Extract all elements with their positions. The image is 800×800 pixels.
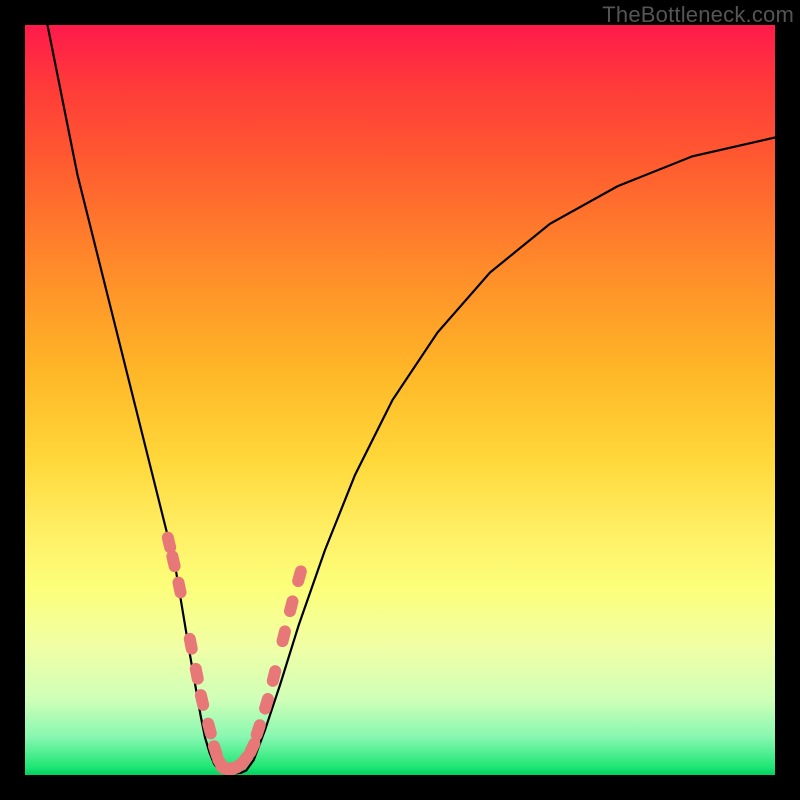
curve-marker <box>291 564 308 588</box>
curve-marker <box>275 624 292 648</box>
curve-marker <box>171 576 187 600</box>
gradient-plot-area <box>25 25 775 775</box>
curve-markers <box>161 530 309 775</box>
curve-marker <box>194 688 211 712</box>
curve-right-branch <box>246 138 775 771</box>
curve-marker <box>183 632 199 656</box>
curve-left-branch <box>48 25 219 770</box>
curve-marker <box>189 662 205 686</box>
curve-marker <box>201 716 218 740</box>
curve-marker <box>283 594 300 618</box>
chart-svg <box>25 25 775 775</box>
chart-frame <box>25 25 775 775</box>
curve-marker <box>258 692 276 716</box>
curve-marker <box>165 549 182 573</box>
